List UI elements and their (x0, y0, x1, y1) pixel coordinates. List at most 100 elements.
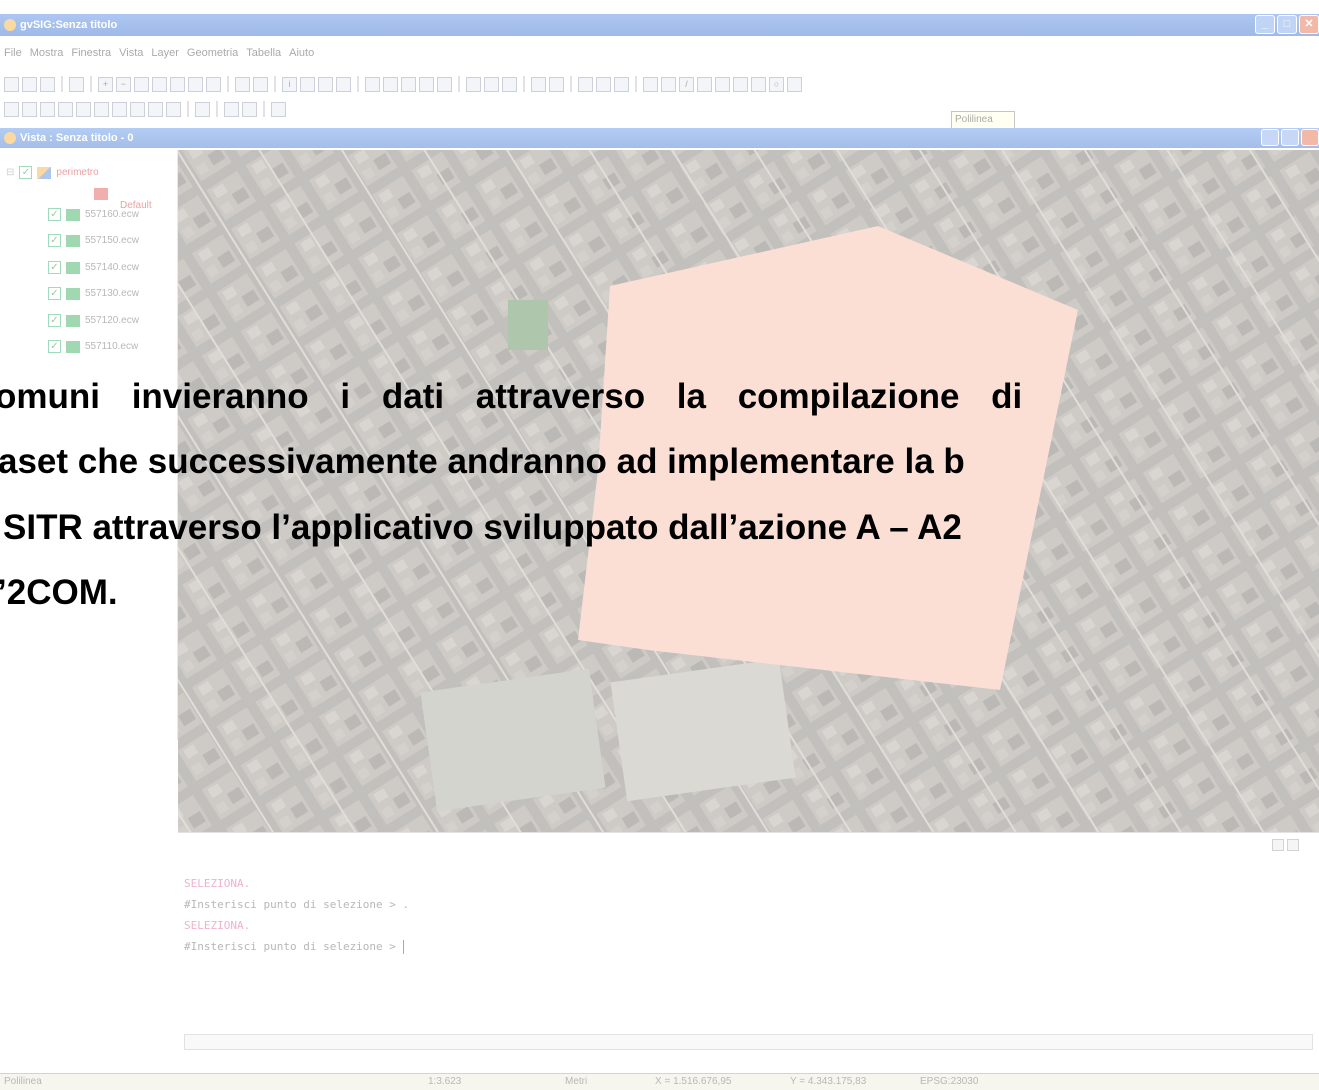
menu-finestra[interactable]: Finestra (71, 47, 111, 65)
toc-layer-row[interactable]: ✓ 557120.ecw (48, 314, 139, 327)
copy-icon[interactable] (40, 101, 55, 117)
measure-icon[interactable] (300, 76, 315, 92)
symmetry-icon[interactable] (58, 101, 73, 117)
expand-icon[interactable]: ⊟ (6, 167, 14, 178)
command-console[interactable]: SELEZIONA. #Insterisci punto di selezion… (178, 832, 1319, 1060)
raster-layer-icon (66, 340, 80, 353)
area-icon[interactable] (318, 76, 333, 92)
layout-icon[interactable] (578, 76, 593, 92)
new-icon[interactable] (4, 76, 19, 92)
locator-icon[interactable] (531, 76, 546, 92)
snap-icon[interactable] (271, 101, 286, 117)
overview-icon[interactable] (549, 76, 564, 92)
menu-vista[interactable]: Vista (119, 47, 143, 65)
polyline-icon[interactable] (715, 76, 730, 92)
multipoint-icon[interactable] (661, 76, 676, 92)
view-title: Vista : Senza titolo - 0 (20, 132, 134, 144)
select-polygon-icon[interactable] (401, 76, 416, 92)
circle-icon[interactable]: ○ (769, 76, 784, 92)
sports-field (610, 658, 796, 802)
select-layer-icon[interactable] (419, 76, 434, 92)
zoom-select-icon[interactable] (170, 76, 185, 92)
layer-visibility-checkbox[interactable]: ✓ (48, 261, 61, 274)
green-area (508, 300, 548, 350)
zoom-in-icon[interactable]: + (98, 76, 113, 92)
select-icon[interactable] (365, 76, 380, 92)
map-canvas[interactable] (178, 150, 1319, 832)
minimize-button[interactable]: _ (1255, 15, 1275, 34)
edit-select-icon[interactable] (166, 101, 181, 117)
toc-layer-row[interactable]: ✓ 557110.ecw (48, 340, 138, 353)
toc-layer-row[interactable]: ✓ 557140.ecw (48, 261, 139, 274)
menu-layer[interactable]: Layer (151, 47, 179, 65)
layer-visibility-checkbox[interactable]: ✓ (48, 234, 61, 247)
layer-visibility-checkbox[interactable]: ✓ (19, 166, 33, 179)
rotate-icon[interactable] (76, 101, 91, 117)
layer-name: 557150.ecw (85, 235, 139, 246)
console-horizontal-scrollbar[interactable] (184, 1034, 1313, 1050)
layer-name: 557120.ecw (85, 315, 139, 326)
console-collapse-icon[interactable] (1272, 839, 1284, 851)
move-icon[interactable] (4, 101, 19, 117)
toc-layer-row[interactable]: ✓ 557130.ecw (48, 287, 139, 300)
scale-icon[interactable] (94, 101, 109, 117)
zoom-layer-icon[interactable] (152, 76, 167, 92)
paste-feature-icon[interactable] (242, 101, 257, 117)
add-layer-icon[interactable] (69, 76, 84, 92)
layer-visibility-checkbox[interactable]: ✓ (48, 314, 61, 327)
zoom-icon[interactable] (206, 76, 221, 92)
layer-visibility-checkbox[interactable]: ✓ (48, 287, 61, 300)
text-cursor (402, 940, 404, 954)
open-icon[interactable] (22, 76, 37, 92)
toolbar-separator (216, 101, 218, 117)
info-icon[interactable]: i (282, 76, 297, 92)
invert-selection-icon[interactable] (437, 76, 452, 92)
toc-layer-row[interactable]: ✓ 557150.ecw (48, 234, 139, 247)
zoom-previous-icon[interactable] (188, 76, 203, 92)
table-edit-icon[interactable] (195, 101, 210, 117)
copy-feature-icon[interactable] (224, 101, 239, 117)
polygon-icon[interactable] (733, 76, 748, 92)
hyperlink-icon[interactable] (336, 76, 351, 92)
menu-file[interactable]: File (4, 47, 22, 65)
save-icon[interactable] (40, 76, 55, 92)
zoom-full-icon[interactable] (134, 76, 149, 92)
toolbar-separator (90, 76, 92, 92)
maximize-button[interactable]: □ (1277, 15, 1297, 34)
stretch-icon[interactable] (130, 101, 145, 117)
console-expand-icon[interactable] (1287, 839, 1299, 851)
layer-visibility-checkbox[interactable]: ✓ (48, 208, 61, 221)
edit-vertex-icon[interactable] (112, 101, 127, 117)
filter-icon[interactable] (466, 76, 481, 92)
hand-icon[interactable] (253, 76, 268, 92)
menu-mostra[interactable]: Mostra (30, 47, 64, 65)
toolbar-separator (458, 76, 460, 92)
view-maximize-button[interactable] (1281, 129, 1299, 146)
console-line: #Insterisci punto di selezione > . (184, 898, 410, 911)
cad-tools-icon[interactable] (614, 76, 629, 92)
layer-visibility-checkbox[interactable]: ✓ (48, 340, 61, 353)
view-minimize-button[interactable] (1261, 129, 1279, 146)
graph-icon[interactable] (502, 76, 517, 92)
menu-aiuto[interactable]: Aiuto (289, 47, 314, 65)
point-icon[interactable] (643, 76, 658, 92)
console-input-line[interactable]: #Insterisci punto di selezione > (184, 940, 404, 954)
status-bar: Polilinea 1:3.623 Metri X = 1.516.676,95… (0, 1073, 1319, 1090)
zoom-out-icon[interactable]: − (116, 76, 131, 92)
line-icon[interactable]: / (679, 76, 694, 92)
rectangle-icon[interactable] (751, 76, 766, 92)
ellipse-icon[interactable] (787, 76, 802, 92)
close-button[interactable]: ✕ (1299, 15, 1319, 34)
table-icon[interactable] (484, 76, 499, 92)
menu-geometria[interactable]: Geometria (187, 47, 238, 65)
menu-tabella[interactable]: Tabella (246, 47, 281, 65)
toc-group-perimetro[interactable]: ⊟ ✓ perimetro (6, 166, 99, 179)
toc-layer-row[interactable]: ✓ 557160.ecw (48, 208, 139, 221)
arrow-right-icon[interactable] (22, 101, 37, 117)
pan-icon[interactable] (235, 76, 250, 92)
select-rect-icon[interactable] (383, 76, 398, 92)
complex-select-icon[interactable] (148, 101, 163, 117)
view-close-button[interactable] (1301, 129, 1319, 146)
print-icon[interactable] (596, 76, 611, 92)
arc-icon[interactable] (697, 76, 712, 92)
